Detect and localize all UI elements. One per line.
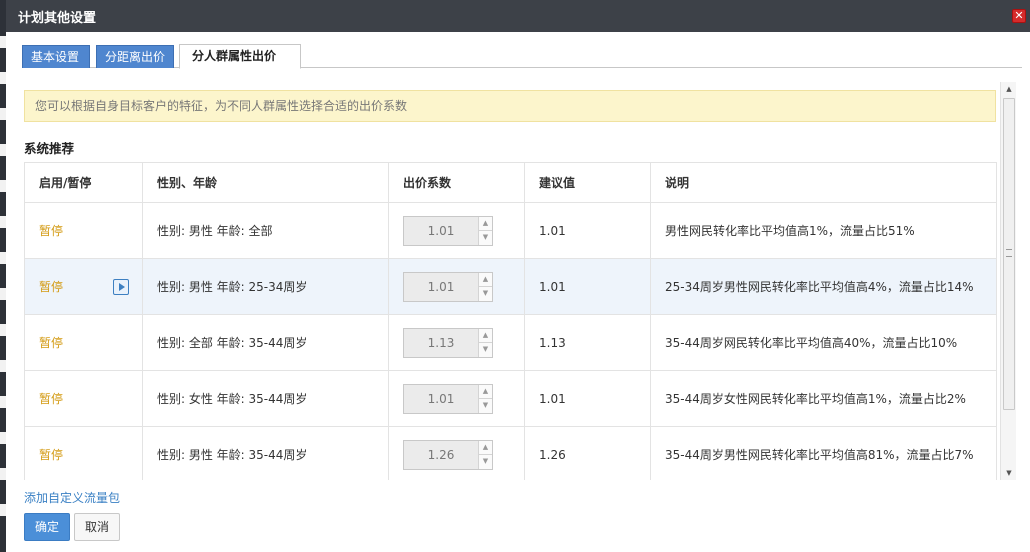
- table-header-row: 启用/暂停 性别、年龄 出价系数 建议值 说明: [24, 162, 997, 203]
- cell-description: 35-44周岁男性网民转化率比平均值高81%，流量占比7%: [650, 426, 997, 480]
- cell-attributes: 性别: 女性 年龄: 35-44周岁: [142, 370, 389, 427]
- cell-action: 暂停: [24, 370, 143, 427]
- cell-description: 25-34周岁男性网民转化率比平均值高4%，流量占比14%: [650, 258, 997, 315]
- column-header-suggested: 建议值: [524, 162, 651, 203]
- cell-suggested: 1.01: [524, 258, 651, 315]
- pause-link[interactable]: 暂停: [39, 336, 63, 350]
- scrollbar-thumb[interactable]: [1003, 98, 1015, 410]
- cell-action: 暂停: [24, 314, 143, 371]
- tab-label: 分人群属性出价: [192, 49, 277, 63]
- stepper-up-icon[interactable]: ▲: [479, 329, 492, 343]
- table-row: 暂停 性别: 男性 年龄: 35-44周岁 ▲▼ 1.26 35-44周岁男性网…: [24, 426, 997, 480]
- section-title: 系统推荐: [24, 141, 75, 156]
- cell-coefficient: ▲▼: [388, 258, 525, 315]
- column-header-attributes: 性别、年龄: [142, 162, 389, 203]
- cell-attributes: 性别: 男性 年龄: 全部: [142, 202, 389, 259]
- cell-action: 暂停: [24, 426, 143, 480]
- stepper-down-icon[interactable]: ▼: [479, 455, 492, 469]
- table-row: 暂停 性别: 女性 年龄: 35-44周岁 ▲▼ 1.01 35-44周岁女性网…: [24, 370, 997, 427]
- cell-action: 暂停: [24, 258, 143, 315]
- notice-banner: 您可以根据自身目标客户的特征，为不同人群属性选择合适的出价系数: [24, 90, 996, 122]
- stepper-up-icon[interactable]: ▲: [479, 217, 492, 231]
- stepper-up-icon[interactable]: ▲: [479, 385, 492, 399]
- cell-coefficient: ▲▼: [388, 202, 525, 259]
- cell-attributes: 性别: 全部 年龄: 35-44周岁: [142, 314, 389, 371]
- vertical-scrollbar[interactable]: ▲ ▼: [1000, 82, 1016, 480]
- pause-link[interactable]: 暂停: [39, 448, 63, 462]
- cell-attributes: 性别: 男性 年龄: 35-44周岁: [142, 426, 389, 480]
- coefficient-input[interactable]: [404, 328, 478, 357]
- cell-coefficient: ▲▼: [388, 314, 525, 371]
- tab-content: 您可以根据自身目标客户的特征，为不同人群属性选择合适的出价系数 系统推荐 启用/…: [20, 80, 998, 480]
- tab-distance-bid[interactable]: 分距离出价: [96, 45, 174, 68]
- coefficient-stepper[interactable]: ▲▼: [403, 327, 493, 358]
- cell-coefficient: ▲▼: [388, 370, 525, 427]
- cell-description: 35-44周岁网民转化率比平均值高40%，流量占比10%: [650, 314, 997, 371]
- audience-bid-table: 启用/暂停 性别、年龄 出价系数 建议值 说明 暂停 性别: 男性 年龄: 全部: [24, 162, 997, 480]
- confirm-button[interactable]: 确定: [24, 513, 70, 541]
- tab-label: 分距离出价: [105, 50, 166, 64]
- pause-link[interactable]: 暂停: [39, 392, 63, 406]
- tab-audience-bid[interactable]: 分人群属性出价: [179, 44, 301, 69]
- stepper-down-icon[interactable]: ▼: [479, 399, 492, 413]
- tab-basic-settings[interactable]: 基本设置: [22, 45, 90, 68]
- coefficient-stepper[interactable]: ▲▼: [403, 383, 493, 414]
- tab-bar: 基本设置 分距离出价 分人群属性出价: [22, 44, 1022, 69]
- coefficient-input[interactable]: [404, 384, 478, 413]
- cell-suggested: 1.13: [524, 314, 651, 371]
- stepper-down-icon[interactable]: ▼: [479, 231, 492, 245]
- settings-dialog: 计划其他设置 ✕ 基本设置 分距离出价 分人群属性出价 您可以根据自身目标客户的…: [6, 0, 1030, 552]
- pause-link[interactable]: 暂停: [39, 224, 63, 238]
- stepper-down-icon[interactable]: ▼: [479, 343, 492, 357]
- cell-description: 男性网民转化率比平均值高1%，流量占比51%: [650, 202, 997, 259]
- add-custom-traffic-link[interactable]: 添加自定义流量包: [24, 489, 120, 506]
- coefficient-stepper[interactable]: ▲▼: [403, 439, 493, 470]
- close-button[interactable]: ✕: [1012, 9, 1026, 23]
- close-icon: ✕: [1014, 9, 1024, 22]
- cancel-button[interactable]: 取消: [74, 513, 120, 541]
- cell-description: 35-44周岁女性网民转化率比平均值高1%，流量占比2%: [650, 370, 997, 427]
- cell-suggested: 1.01: [524, 202, 651, 259]
- scroll-down-icon[interactable]: ▼: [1001, 466, 1017, 480]
- tab-label: 基本设置: [31, 50, 80, 64]
- coefficient-input[interactable]: [404, 272, 478, 301]
- coefficient-input[interactable]: [404, 216, 478, 245]
- column-header-coefficient: 出价系数: [388, 162, 525, 203]
- table-row: 暂停 性别: 男性 年龄: 全部 ▲▼ 1.01 男性网民转化率比平均值高1%，…: [24, 202, 997, 259]
- dialog-title: 计划其他设置: [18, 10, 97, 26]
- scroll-up-icon[interactable]: ▲: [1001, 82, 1017, 96]
- coefficient-stepper[interactable]: ▲▼: [403, 271, 493, 302]
- cell-coefficient: ▲▼: [388, 426, 525, 480]
- dialog-titlebar[interactable]: 计划其他设置 ✕: [6, 0, 1030, 32]
- stepper-down-icon[interactable]: ▼: [479, 287, 492, 301]
- table-row: 暂停 性别: 全部 年龄: 35-44周岁 ▲▼ 1.13 35-44周岁网民转…: [24, 314, 997, 371]
- cell-suggested: 1.26: [524, 426, 651, 480]
- cell-suggested: 1.01: [524, 370, 651, 427]
- coefficient-input[interactable]: [404, 440, 478, 469]
- stepper-up-icon[interactable]: ▲: [479, 441, 492, 455]
- column-header-enable: 启用/暂停: [24, 162, 143, 203]
- play-icon[interactable]: [113, 279, 129, 295]
- stepper-up-icon[interactable]: ▲: [479, 273, 492, 287]
- table-row: 暂停 性别: 男性 年龄: 25-34周岁 ▲▼ 1.01 25-34周岁男性网…: [24, 258, 997, 315]
- cell-attributes: 性别: 男性 年龄: 25-34周岁: [142, 258, 389, 315]
- column-header-description: 说明: [650, 162, 997, 203]
- cell-action: 暂停: [24, 202, 143, 259]
- pause-link[interactable]: 暂停: [39, 280, 63, 294]
- coefficient-stepper[interactable]: ▲▼: [403, 215, 493, 246]
